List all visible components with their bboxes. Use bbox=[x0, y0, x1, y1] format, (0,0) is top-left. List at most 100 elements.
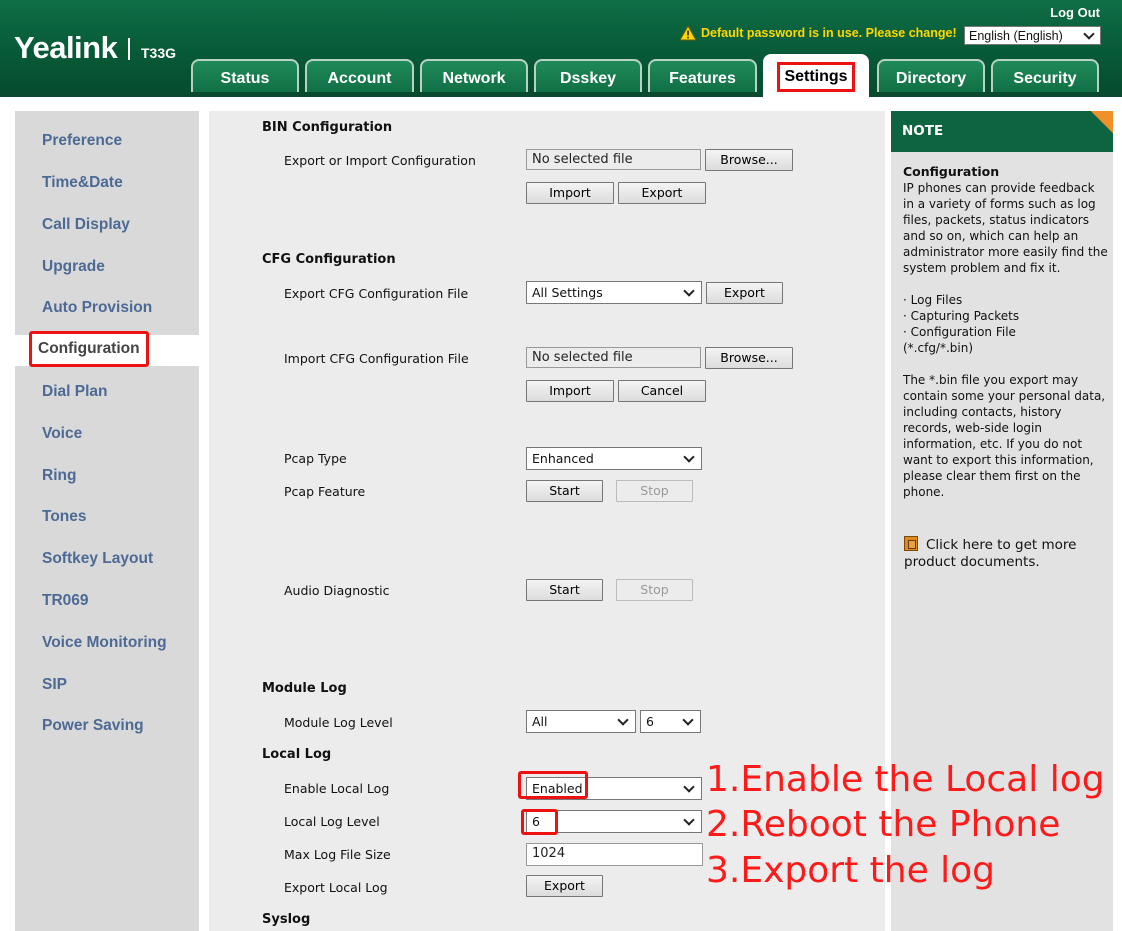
product-documents-link[interactable]: Click here to get more product documents… bbox=[904, 536, 1076, 571]
tab-settings[interactable]: Settings bbox=[763, 54, 869, 97]
sidebar-item-ring[interactable]: Ring bbox=[42, 467, 76, 485]
language-select[interactable]: English (English) bbox=[964, 26, 1101, 45]
pcap-stop-button[interactable]: Stop bbox=[616, 480, 693, 502]
audio-diagnostic-label: Audio Diagnostic bbox=[284, 583, 390, 598]
note-line: IP phones can provide feedback bbox=[903, 181, 1095, 195]
default-password-warning: Default password is in use. Please chang… bbox=[679, 25, 957, 41]
pcap-start-button[interactable]: Start bbox=[526, 480, 603, 502]
export-local-log-label: Export Local Log bbox=[284, 880, 388, 895]
tab-label: Dsskey bbox=[559, 70, 617, 87]
sidebar-item-time-date[interactable]: Time&Date bbox=[42, 174, 123, 192]
chevron-down-icon bbox=[1083, 27, 1095, 40]
max-log-file-size-label: Max Log File Size bbox=[284, 847, 391, 862]
note-line: system problem and fix it. bbox=[903, 261, 1061, 275]
tab-label: Network bbox=[442, 70, 506, 87]
sidebar-item-voice-monitoring[interactable]: Voice Monitoring bbox=[42, 634, 167, 652]
sidebar-item-sip[interactable]: SIP bbox=[42, 676, 67, 694]
audio-stop-button[interactable]: Stop bbox=[616, 579, 693, 601]
pcap-type-label: Pcap Type bbox=[284, 451, 347, 466]
sidebar-item-upgrade[interactable]: Upgrade bbox=[42, 258, 105, 276]
sidebar-item-tr069[interactable]: TR069 bbox=[42, 592, 89, 610]
module-select[interactable]: All bbox=[526, 710, 636, 733]
module-select-value: All bbox=[532, 714, 548, 729]
warning-icon bbox=[679, 25, 697, 41]
module-log-level-label: Module Log Level bbox=[284, 715, 393, 730]
bin-export-button[interactable]: Export bbox=[618, 182, 706, 204]
note-line: want to export this information, bbox=[903, 453, 1094, 467]
note-line: The *.bin file you export may bbox=[903, 373, 1079, 387]
note-line: please clear them first on the bbox=[903, 469, 1081, 483]
syslog-title: Syslog bbox=[262, 912, 311, 927]
sidebar-item-dial-plan[interactable]: Dial Plan bbox=[42, 383, 107, 401]
cfg-export-select-value: All Settings bbox=[532, 285, 603, 300]
module-log-level-select[interactable]: 6 bbox=[640, 710, 701, 733]
pcap-type-value: Enhanced bbox=[532, 451, 594, 466]
bin-configuration-title: BIN Configuration bbox=[262, 120, 393, 135]
sidebar-item-tones[interactable]: Tones bbox=[42, 508, 87, 526]
module-log-level-value: 6 bbox=[646, 714, 654, 729]
instruction-step-3: 3.Export the log bbox=[706, 850, 996, 891]
warning-text[interactable]: Default password is in use. Please chang… bbox=[701, 26, 957, 40]
cfg-cancel-button[interactable]: Cancel bbox=[618, 380, 706, 402]
note-line: contain some your personal data, bbox=[903, 389, 1106, 403]
tab-network[interactable]: Network bbox=[420, 59, 528, 97]
bin-browse-button[interactable]: Browse... bbox=[705, 149, 793, 171]
document-icon bbox=[904, 536, 918, 551]
enabled-highlight bbox=[518, 771, 588, 799]
cfg-import-button[interactable]: Import bbox=[526, 380, 614, 402]
language-value: English (English) bbox=[969, 28, 1063, 43]
tab-label: Account bbox=[327, 70, 392, 87]
tab-account[interactable]: Account bbox=[305, 59, 414, 97]
audio-start-button[interactable]: Start bbox=[526, 579, 603, 601]
tab-label: Status bbox=[220, 70, 270, 87]
tab-label: Settings bbox=[777, 61, 855, 92]
chevron-down-icon bbox=[617, 713, 629, 726]
sidebar-item-configuration[interactable]: Configuration bbox=[29, 331, 149, 367]
note-corner-fold bbox=[1091, 111, 1113, 133]
note-line: administrator more easily find the bbox=[903, 245, 1108, 259]
cfg-export-button[interactable]: Export bbox=[706, 282, 783, 304]
logo-divider bbox=[128, 38, 130, 60]
chevron-down-icon bbox=[683, 780, 695, 793]
sidebar-item-preference[interactable]: Preference bbox=[42, 132, 122, 150]
chevron-down-icon bbox=[683, 284, 695, 297]
local-log-level-label: Local Log Level bbox=[284, 814, 380, 829]
note-line: · Log Files bbox=[903, 293, 963, 307]
sidebar-item-voice[interactable]: Voice bbox=[42, 425, 82, 443]
tab-directory[interactable]: Directory bbox=[877, 59, 985, 97]
export-import-label: Export or Import Configuration bbox=[284, 153, 476, 168]
bin-file-field[interactable]: No selected file bbox=[526, 149, 701, 170]
note-line: files, packets, status indicators bbox=[903, 213, 1089, 227]
note-line: phone. bbox=[903, 485, 945, 499]
max-log-file-size-input[interactable]: 1024 bbox=[526, 843, 703, 866]
enable-local-log-label: Enable Local Log bbox=[284, 781, 390, 796]
instruction-step-1: 1.Enable the Local log bbox=[706, 759, 1105, 800]
note-line: and so on, which can help an bbox=[903, 229, 1079, 243]
pcap-type-select[interactable]: Enhanced bbox=[526, 447, 702, 470]
note-line: information, etc. If you do not bbox=[903, 437, 1083, 451]
yealink-logo: Yealink bbox=[14, 30, 118, 65]
sidebar-item-softkey-layout[interactable]: Softkey Layout bbox=[42, 550, 153, 568]
cfg-file-field[interactable]: No selected file bbox=[526, 347, 701, 368]
sidebar-item-call-display[interactable]: Call Display bbox=[42, 216, 130, 234]
tab-security[interactable]: Security bbox=[991, 59, 1099, 97]
bin-import-button[interactable]: Import bbox=[526, 182, 614, 204]
note-line: · Configuration File bbox=[903, 325, 1016, 339]
tab-dsskey[interactable]: Dsskey bbox=[534, 59, 642, 97]
note-header: NOTE bbox=[891, 111, 1113, 152]
tab-features[interactable]: Features bbox=[648, 59, 757, 97]
sidebar-item-power-saving[interactable]: Power Saving bbox=[42, 717, 144, 735]
cfg-browse-button[interactable]: Browse... bbox=[705, 347, 793, 369]
doc-link-line-2: product documents. bbox=[904, 554, 1040, 570]
note-line: (*.cfg/*.bin) bbox=[903, 341, 974, 355]
chevron-down-icon bbox=[683, 813, 695, 826]
level-highlight bbox=[521, 809, 558, 835]
tab-status[interactable]: Status bbox=[191, 59, 299, 97]
export-local-log-button[interactable]: Export bbox=[526, 875, 603, 897]
cfg-export-select[interactable]: All Settings bbox=[526, 281, 702, 304]
export-cfg-label: Export CFG Configuration File bbox=[284, 286, 469, 301]
doc-link-line-1: Click here to get more bbox=[926, 537, 1077, 553]
sidebar-item-auto-provision[interactable]: Auto Provision bbox=[42, 299, 152, 317]
phone-model: T33G bbox=[141, 45, 177, 61]
logout-link[interactable]: Log Out bbox=[1050, 5, 1100, 20]
